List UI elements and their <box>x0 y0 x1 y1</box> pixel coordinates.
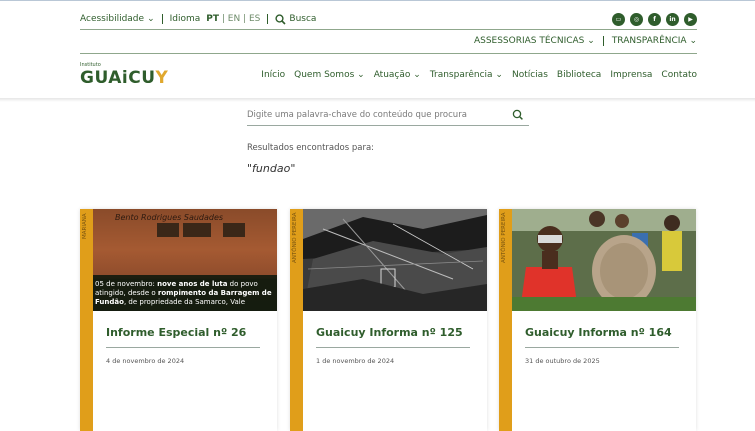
caption-part: , de propriedade da Samarco, Vale <box>123 298 246 306</box>
wall-writing: Bento Rodrigues Saudades <box>115 213 224 222</box>
nav-item-label: Transparência <box>429 70 493 80</box>
card-title[interactable]: Guaicuy Informa nº 125 <box>316 326 463 339</box>
card-date: 4 de novembro de 2024 <box>106 357 185 365</box>
divider <box>267 14 269 24</box>
top-border <box>0 0 755 1</box>
nav-item-label: Atuação <box>373 70 411 80</box>
language-selector: Idioma PT | EN | ES <box>170 14 261 24</box>
nav-item-contato[interactable]: Contato <box>661 70 697 80</box>
wall-window <box>157 223 179 237</box>
card-image[interactable] <box>303 209 487 311</box>
lang-en[interactable]: EN <box>228 14 240 24</box>
card-title[interactable]: Informe Especial nº 26 <box>106 326 246 339</box>
logo-main-text: GUAiCU <box>80 68 156 88</box>
logo-wordmark: GUAiCU Y <box>80 68 168 88</box>
image-caption: 05 de novembro: nove anos de luta do pov… <box>95 280 277 307</box>
nav-item-noticias[interactable]: Notícias <box>512 70 548 80</box>
nav-item-biblioteca[interactable]: Biblioteca <box>557 70 601 80</box>
portrait-photo <box>512 209 696 311</box>
card-divider <box>316 347 470 348</box>
card-image[interactable] <box>512 209 696 311</box>
search-icon <box>275 13 286 25</box>
tech-assistance-label: ASSESSORIAS TÉCNICAS <box>473 36 585 46</box>
search-input[interactable] <box>247 109 511 120</box>
nav-item-atuacao[interactable]: Atuação ⌄ <box>374 70 421 80</box>
chevron-down-icon: ⌄ <box>413 70 421 80</box>
wall-window <box>183 223 211 237</box>
divider <box>161 14 163 24</box>
header-shadow <box>0 98 755 102</box>
chevron-down-icon: ⌄ <box>587 36 595 46</box>
nav-item-label: Quem Somos <box>294 70 355 80</box>
caption-part: 05 de novembro: <box>95 280 158 288</box>
nav-item-quem-somos[interactable]: Quem Somos ⌄ <box>294 70 365 80</box>
site-logo[interactable]: Instituto GUAiCU Y <box>80 62 168 88</box>
tech-assistance-menu[interactable]: ASSESSORIAS TÉCNICAS ⌄ <box>474 36 595 46</box>
result-card[interactable]: ANTÔNIO PEREIRA Guaicuy Informa nº 164 3… <box>499 209 696 431</box>
result-card[interactable]: MARIANA Bento Rodrigues Saudades 05 de n… <box>80 209 277 431</box>
divider <box>80 53 697 54</box>
facebook-icon[interactable]: f <box>648 12 661 26</box>
social-links: ▭ ◎ f in ▶ <box>612 12 697 26</box>
linkedin-icon[interactable]: in <box>666 12 679 26</box>
search-box <box>247 104 529 126</box>
caption-bold: nove anos de luta <box>157 280 228 288</box>
lang-options: PT | EN | ES <box>206 14 261 24</box>
instagram-icon[interactable]: ◎ <box>630 12 643 26</box>
card-image[interactable]: Bento Rodrigues Saudades 05 de novembro:… <box>93 209 277 311</box>
nav-item-imprensa[interactable]: Imprensa <box>610 70 652 80</box>
youtube-icon[interactable]: ▶ <box>684 12 697 26</box>
ruins-photo <box>303 209 487 311</box>
divider <box>602 36 604 46</box>
card-date: 31 de outubro de 2025 <box>525 357 600 365</box>
main-nav: Início Quem Somos ⌄ Atuação ⌄ Transparên… <box>261 70 697 80</box>
card-location-label: ANTÔNIO PEREIRA <box>292 213 298 264</box>
accessibility-menu[interactable]: Acessibilidade ⌄ <box>80 14 155 24</box>
utility-bar: Acessibilidade ⌄ Idioma PT | EN | ES Bus… <box>80 10 697 28</box>
transparency-menu[interactable]: TRANSPARÊNCIA ⌄ <box>612 36 697 46</box>
chevron-down-icon: ⌄ <box>357 70 365 80</box>
lang-pt[interactable]: PT <box>206 14 219 24</box>
card-location-label: ANTÔNIO PEREIRA <box>501 213 507 264</box>
search-icon[interactable] <box>511 108 525 122</box>
nav-item-inicio[interactable]: Início <box>261 70 285 80</box>
chevron-down-icon: ⌄ <box>495 70 503 80</box>
card-date: 1 de novembro de 2024 <box>316 357 395 365</box>
card-divider <box>525 347 679 348</box>
chevron-down-icon: ⌄ <box>147 14 155 24</box>
card-title[interactable]: Guaicuy Informa nº 164 <box>525 326 672 339</box>
search-link[interactable]: Busca <box>275 13 317 25</box>
search-label: Busca <box>289 14 317 24</box>
card-location-label: MARIANA <box>82 213 88 239</box>
chevron-down-icon: ⌄ <box>689 36 697 46</box>
wall-window <box>223 223 245 237</box>
card-divider <box>106 347 260 348</box>
lang-es[interactable]: ES <box>249 14 260 24</box>
divider <box>80 29 697 30</box>
secondary-nav: ASSESSORIAS TÉCNICAS ⌄ TRANSPARÊNCIA ⌄ <box>474 36 697 46</box>
logo-y-letter: Y <box>155 68 169 88</box>
transparency-label: TRANSPARÊNCIA <box>611 36 687 46</box>
message-icon[interactable]: ▭ <box>612 12 625 26</box>
results-label: Resultados encontrados para: <box>247 143 375 153</box>
search-query: "fundao" <box>247 162 296 175</box>
nav-item-transparencia[interactable]: Transparência ⌄ <box>430 70 503 80</box>
language-label: Idioma <box>169 14 201 24</box>
result-card[interactable]: ANTÔNIO PEREIRA Guaicuy Informa nº 125 1… <box>290 209 487 431</box>
accessibility-label: Acessibilidade <box>80 14 145 24</box>
